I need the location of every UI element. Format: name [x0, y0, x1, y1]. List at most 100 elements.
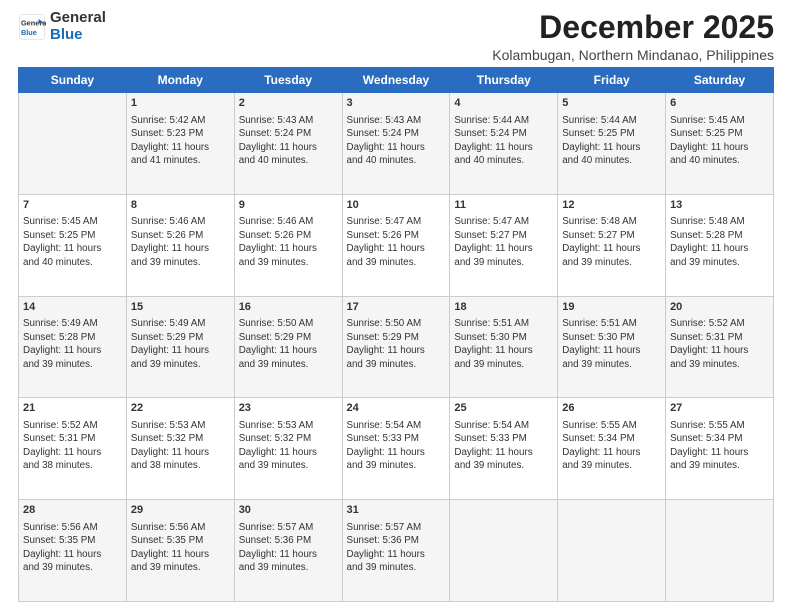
calendar-cell: 23 Sunrise: 5:53 AM Sunset: 5:32 PM Dayli…	[234, 398, 342, 500]
cell-info: Sunrise: 5:48 AM Sunset: 5:27 PM Dayligh…	[562, 215, 661, 269]
calendar-cell: 28 Sunrise: 5:56 AM Sunset: 5:35 PM Dayli…	[19, 500, 127, 602]
cell-date: 7	[23, 198, 122, 213]
col-wednesday: Wednesday	[342, 68, 450, 93]
logo: General Blue General Blue	[18, 10, 106, 43]
cell-date: 28	[23, 503, 122, 518]
calendar-cell: 6Sunrise: 5:45 AM Sunset: 5:25 PM Daylig…	[666, 93, 774, 195]
title-block: December 2025 Kolambugan, Northern Minda…	[492, 10, 774, 63]
calendar-cell: 4 Sunrise: 5:44 AM Sunset: 5:24 PM Daylig…	[450, 93, 558, 195]
calendar-week-2: 14 Sunrise: 5:49 AM Sunset: 5:28 PM Dayli…	[19, 296, 774, 398]
calendar-cell: 24 Sunrise: 5:54 AM Sunset: 5:33 PM Dayli…	[342, 398, 450, 500]
subtitle: Kolambugan, Northern Mindanao, Philippin…	[492, 47, 774, 63]
page: General Blue General Blue December 2025 …	[0, 0, 792, 612]
cell-info: Sunrise: 5:47 AM Sunset: 5:27 PM Dayligh…	[454, 215, 553, 269]
cell-info: Sunrise: 5:56 AM Sunset: 5:35 PM Dayligh…	[23, 521, 122, 575]
cell-date: 22	[131, 401, 230, 416]
cell-date: 5	[562, 96, 661, 111]
calendar-cell	[450, 500, 558, 602]
cell-date: 9	[239, 198, 338, 213]
cell-info: Sunrise: 5:53 AM Sunset: 5:32 PM Dayligh…	[131, 419, 230, 473]
cell-date: 30	[239, 503, 338, 518]
cell-info: Sunrise: 5:52 AM Sunset: 5:31 PM Dayligh…	[670, 317, 769, 371]
calendar-cell: 31 Sunrise: 5:57 AM Sunset: 5:36 PM Dayli…	[342, 500, 450, 602]
calendar-week-3: 21 Sunrise: 5:52 AM Sunset: 5:31 PM Dayli…	[19, 398, 774, 500]
cell-info: Sunrise: 5:52 AM Sunset: 5:31 PM Dayligh…	[23, 419, 122, 473]
calendar-cell: 14 Sunrise: 5:49 AM Sunset: 5:28 PM Dayli…	[19, 296, 127, 398]
calendar-cell: 18Sunrise: 5:51 AM Sunset: 5:30 PM Dayli…	[450, 296, 558, 398]
calendar-cell: 5 Sunrise: 5:44 AM Sunset: 5:25 PM Daylig…	[558, 93, 666, 195]
calendar-cell: 12Sunrise: 5:48 AM Sunset: 5:27 PM Dayli…	[558, 194, 666, 296]
cell-date: 27	[670, 401, 769, 416]
calendar-cell: 25 Sunrise: 5:54 AM Sunset: 5:33 PM Dayli…	[450, 398, 558, 500]
cell-info: Sunrise: 5:46 AM Sunset: 5:26 PM Dayligh…	[131, 215, 230, 269]
cell-info: Sunrise: 5:44 AM Sunset: 5:24 PM Dayligh…	[454, 114, 553, 168]
cell-date: 11	[454, 198, 553, 213]
col-saturday: Saturday	[666, 68, 774, 93]
cell-info: Sunrise: 5:55 AM Sunset: 5:34 PM Dayligh…	[562, 419, 661, 473]
calendar-cell: 27 Sunrise: 5:55 AM Sunset: 5:34 PM Dayli…	[666, 398, 774, 500]
col-sunday: Sunday	[19, 68, 127, 93]
cell-date: 20	[670, 300, 769, 315]
cell-date: 14	[23, 300, 122, 315]
calendar-cell: 16Sunrise: 5:50 AM Sunset: 5:29 PM Dayli…	[234, 296, 342, 398]
col-monday: Monday	[126, 68, 234, 93]
calendar-cell: 7 Sunrise: 5:45 AM Sunset: 5:25 PM Daylig…	[19, 194, 127, 296]
calendar-week-1: 7 Sunrise: 5:45 AM Sunset: 5:25 PM Daylig…	[19, 194, 774, 296]
logo-text: General Blue	[50, 10, 106, 43]
header: General Blue General Blue December 2025 …	[18, 10, 774, 63]
logo-line2: Blue	[50, 27, 106, 44]
cell-info: Sunrise: 5:57 AM Sunset: 5:36 PM Dayligh…	[347, 521, 446, 575]
calendar-cell: 26 Sunrise: 5:55 AM Sunset: 5:34 PM Dayli…	[558, 398, 666, 500]
cell-info: Sunrise: 5:45 AM Sunset: 5:25 PM Dayligh…	[670, 114, 769, 168]
cell-info: Sunrise: 5:44 AM Sunset: 5:25 PM Dayligh…	[562, 114, 661, 168]
cell-date: 16	[239, 300, 338, 315]
calendar-cell: 2 Sunrise: 5:43 AM Sunset: 5:24 PM Daylig…	[234, 93, 342, 195]
cell-info: Sunrise: 5:47 AM Sunset: 5:26 PM Dayligh…	[347, 215, 446, 269]
calendar-cell: 9 Sunrise: 5:46 AM Sunset: 5:26 PM Daylig…	[234, 194, 342, 296]
cell-date: 17	[347, 300, 446, 315]
logo-line1: General	[50, 10, 106, 27]
calendar-cell: 15Sunrise: 5:49 AM Sunset: 5:29 PM Dayli…	[126, 296, 234, 398]
cell-date: 10	[347, 198, 446, 213]
cell-date: 25	[454, 401, 553, 416]
cell-date: 24	[347, 401, 446, 416]
calendar-header: Sunday Monday Tuesday Wednesday Thursday…	[19, 68, 774, 93]
cell-info: Sunrise: 5:55 AM Sunset: 5:34 PM Dayligh…	[670, 419, 769, 473]
cell-info: Sunrise: 5:57 AM Sunset: 5:36 PM Dayligh…	[239, 521, 338, 575]
cell-date: 2	[239, 96, 338, 111]
calendar-cell: 1Sunrise: 5:42 AM Sunset: 5:23 PM Daylig…	[126, 93, 234, 195]
col-thursday: Thursday	[450, 68, 558, 93]
cell-info: Sunrise: 5:45 AM Sunset: 5:25 PM Dayligh…	[23, 215, 122, 269]
calendar-cell	[558, 500, 666, 602]
cell-info: Sunrise: 5:49 AM Sunset: 5:28 PM Dayligh…	[23, 317, 122, 371]
calendar-cell: 29Sunrise: 5:56 AM Sunset: 5:35 PM Dayli…	[126, 500, 234, 602]
cell-info: Sunrise: 5:46 AM Sunset: 5:26 PM Dayligh…	[239, 215, 338, 269]
main-title: December 2025	[492, 10, 774, 45]
calendar-cell: 3Sunrise: 5:43 AM Sunset: 5:24 PM Daylig…	[342, 93, 450, 195]
cell-date: 4	[454, 96, 553, 111]
cell-info: Sunrise: 5:43 AM Sunset: 5:24 PM Dayligh…	[239, 114, 338, 168]
header-row: Sunday Monday Tuesday Wednesday Thursday…	[19, 68, 774, 93]
cell-date: 31	[347, 503, 446, 518]
calendar-cell: 8Sunrise: 5:46 AM Sunset: 5:26 PM Daylig…	[126, 194, 234, 296]
cell-info: Sunrise: 5:48 AM Sunset: 5:28 PM Dayligh…	[670, 215, 769, 269]
cell-info: Sunrise: 5:43 AM Sunset: 5:24 PM Dayligh…	[347, 114, 446, 168]
cell-date: 21	[23, 401, 122, 416]
cell-info: Sunrise: 5:54 AM Sunset: 5:33 PM Dayligh…	[454, 419, 553, 473]
cell-date: 19	[562, 300, 661, 315]
cell-info: Sunrise: 5:50 AM Sunset: 5:29 PM Dayligh…	[347, 317, 446, 371]
cell-date: 29	[131, 503, 230, 518]
cell-info: Sunrise: 5:53 AM Sunset: 5:32 PM Dayligh…	[239, 419, 338, 473]
cell-info: Sunrise: 5:54 AM Sunset: 5:33 PM Dayligh…	[347, 419, 446, 473]
calendar-cell: 11 Sunrise: 5:47 AM Sunset: 5:27 PM Dayli…	[450, 194, 558, 296]
cell-info: Sunrise: 5:49 AM Sunset: 5:29 PM Dayligh…	[131, 317, 230, 371]
calendar-cell: 17 Sunrise: 5:50 AM Sunset: 5:29 PM Dayli…	[342, 296, 450, 398]
logo-icon: General Blue	[18, 13, 46, 41]
col-tuesday: Tuesday	[234, 68, 342, 93]
cell-date: 23	[239, 401, 338, 416]
calendar-cell: 19 Sunrise: 5:51 AM Sunset: 5:30 PM Dayli…	[558, 296, 666, 398]
cell-info: Sunrise: 5:51 AM Sunset: 5:30 PM Dayligh…	[562, 317, 661, 371]
calendar-week-0: 1Sunrise: 5:42 AM Sunset: 5:23 PM Daylig…	[19, 93, 774, 195]
calendar-table: Sunday Monday Tuesday Wednesday Thursday…	[18, 67, 774, 602]
cell-date: 26	[562, 401, 661, 416]
